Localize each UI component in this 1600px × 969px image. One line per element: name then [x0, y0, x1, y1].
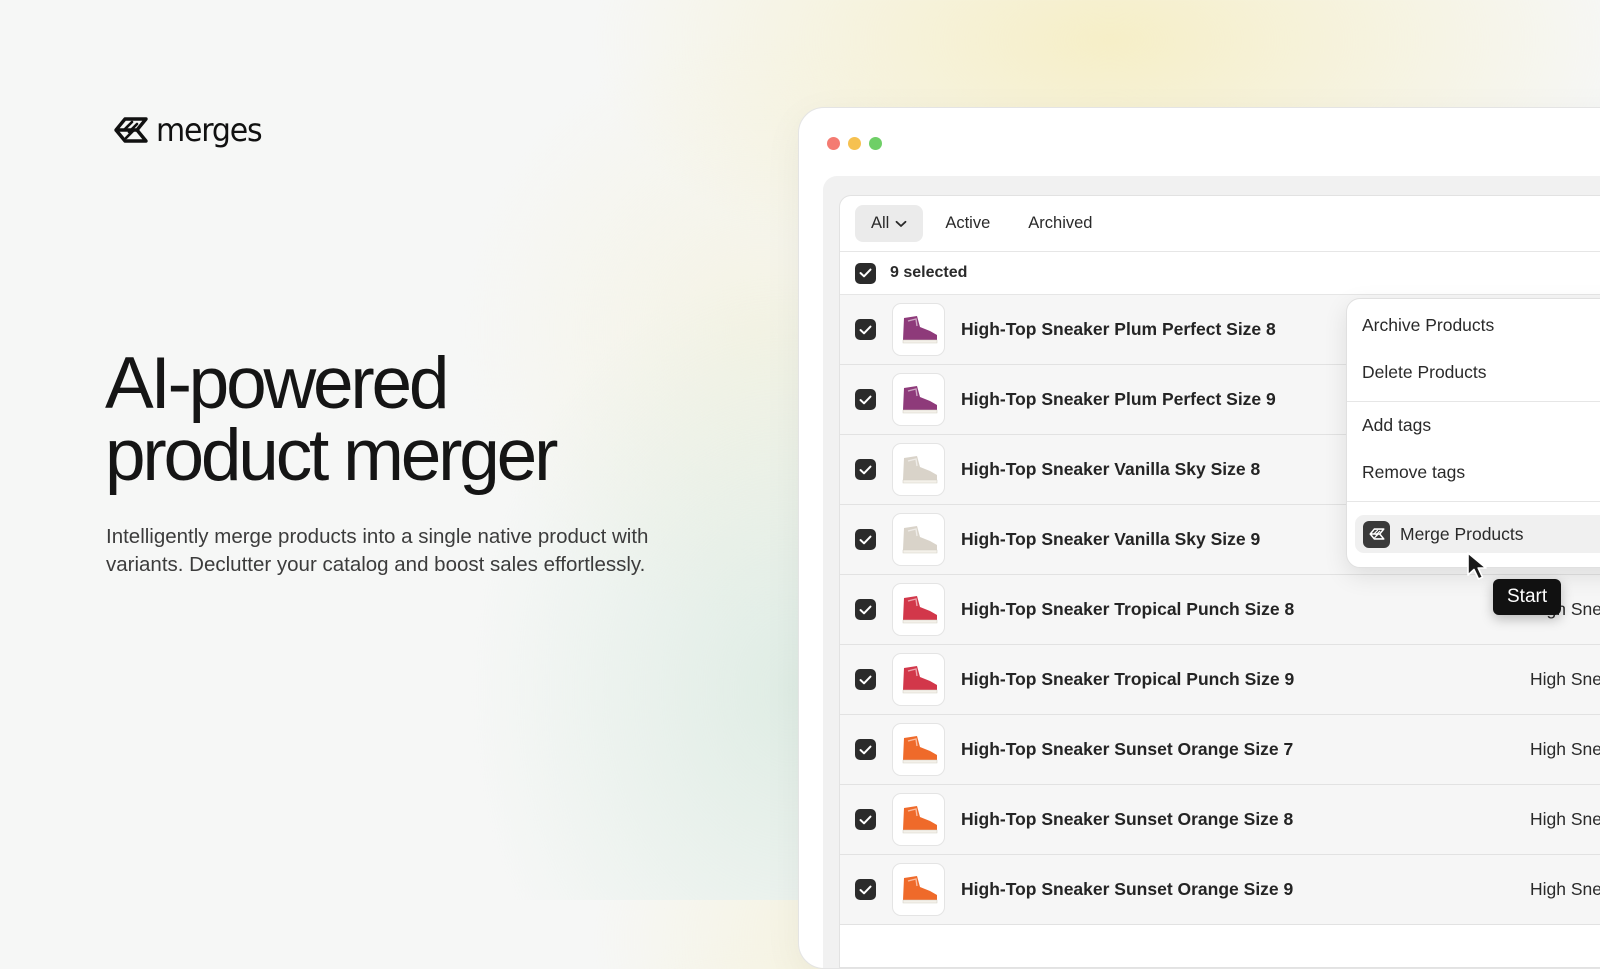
maximize-window-button[interactable]: [869, 137, 882, 150]
merge-products-item[interactable]: Merge Products: [1355, 515, 1600, 553]
tab-archived[interactable]: Archived: [1012, 205, 1108, 242]
product-thumbnail: [892, 443, 945, 496]
bulk-actions-menu: Archive Products Delete Products Add tag…: [1346, 298, 1600, 568]
product-thumbnail: [892, 373, 945, 426]
check-icon: [859, 885, 872, 894]
row-checkbox[interactable]: [855, 529, 876, 550]
product-thumbnail: [892, 723, 945, 776]
check-icon: [859, 325, 872, 334]
merges-logo-icon: [114, 117, 148, 143]
product-vendor: High Snea: [1530, 739, 1600, 759]
product-thumbnail: [892, 863, 945, 916]
chevron-down-icon: [895, 220, 907, 227]
add-tags-item[interactable]: Add tags: [1362, 415, 1431, 436]
sneaker-thumbnail-icon: [902, 525, 937, 553]
minimize-window-button[interactable]: [848, 137, 861, 150]
product-row[interactable]: High-Top Sneaker Sunset Orange Size 7 Hig…: [840, 715, 1600, 785]
row-checkbox[interactable]: [855, 809, 876, 830]
page-headline: AI-powered product merger: [105, 343, 558, 496]
row-checkbox[interactable]: [855, 879, 876, 900]
product-title[interactable]: High-Top Sneaker Vanilla Sky Size 8: [961, 459, 1260, 480]
sneaker-thumbnail-icon: [902, 385, 937, 413]
product-title[interactable]: High-Top Sneaker Sunset Orange Size 7: [961, 739, 1293, 760]
product-title[interactable]: High-Top Sneaker Plum Perfect Size 9: [961, 389, 1276, 410]
product-row[interactable]: High-Top Sneaker Sunset Orange Size 8 Hig…: [840, 785, 1600, 855]
merge-products-label: Merge Products: [1400, 523, 1524, 544]
headline-line-2: product merger: [105, 415, 558, 496]
description-line-1: Intelligently merge products into a sing…: [106, 525, 649, 548]
row-checkbox[interactable]: [855, 669, 876, 690]
sneaker-thumbnail-icon: [902, 875, 937, 903]
product-vendor: High Snea: [1530, 669, 1600, 689]
product-title[interactable]: High-Top Sneaker Tropical Punch Size 9: [961, 669, 1294, 690]
menu-divider: [1347, 401, 1600, 402]
filter-tabs: All Active Archived: [840, 196, 1600, 252]
tab-all-label: All: [871, 214, 890, 232]
row-checkbox[interactable]: [855, 599, 876, 620]
check-icon: [859, 675, 872, 684]
product-thumbnail: [892, 793, 945, 846]
product-title[interactable]: High-Top Sneaker Sunset Orange Size 8: [961, 809, 1293, 830]
start-tooltip: Start: [1493, 579, 1562, 615]
merges-logo-icon: [1368, 528, 1385, 540]
product-title[interactable]: High-Top Sneaker Vanilla Sky Size 9: [961, 529, 1260, 550]
row-checkbox[interactable]: [855, 739, 876, 760]
product-thumbnail: [892, 513, 945, 566]
delete-products-item[interactable]: Delete Products: [1362, 362, 1487, 383]
tab-active[interactable]: Active: [929, 205, 1006, 242]
product-title[interactable]: High-Top Sneaker Sunset Orange Size 9: [961, 879, 1293, 900]
product-vendor: High Snea: [1530, 879, 1600, 899]
product-row[interactable]: High-Top Sneaker Sunset Orange Size 9 Hig…: [840, 855, 1600, 925]
selected-count: 9 selected: [890, 264, 968, 281]
description-line-2: variants. Declutter your catalog and boo…: [106, 553, 646, 576]
headline-line-1: AI-powered: [105, 343, 450, 424]
archive-products-item[interactable]: Archive Products: [1362, 315, 1494, 336]
sneaker-thumbnail-icon: [902, 595, 937, 623]
row-checkbox[interactable]: [855, 459, 876, 480]
close-window-button[interactable]: [827, 137, 840, 150]
sneaker-thumbnail-icon: [902, 665, 937, 693]
check-icon: [859, 745, 872, 754]
cursor-icon: [1467, 552, 1487, 580]
hero-description: Intelligently merge products into a sing…: [106, 523, 696, 579]
row-checkbox[interactable]: [855, 319, 876, 340]
menu-divider: [1347, 501, 1600, 502]
sneaker-thumbnail-icon: [902, 805, 937, 833]
merge-app-badge: [1363, 520, 1390, 548]
sneaker-thumbnail-icon: [902, 315, 937, 343]
check-icon: [859, 268, 872, 278]
product-row[interactable]: High-Top Sneaker Tropical Punch Size 9 Hi…: [840, 645, 1600, 715]
product-thumbnail: [892, 583, 945, 636]
select-all-checkbox[interactable]: [855, 262, 876, 284]
check-icon: [859, 815, 872, 824]
product-thumbnail: [892, 303, 945, 356]
product-vendor: High Snea: [1530, 809, 1600, 829]
product-title[interactable]: High-Top Sneaker Plum Perfect Size 8: [961, 319, 1276, 340]
brand-logo: merges: [112, 110, 263, 150]
selection-bar: 9 selected: [840, 252, 1600, 295]
sneaker-thumbnail-icon: [902, 735, 937, 763]
brand-name: merges: [156, 111, 263, 149]
window-controls: [827, 137, 882, 150]
check-icon: [859, 395, 872, 404]
remove-tags-item[interactable]: Remove tags: [1362, 462, 1465, 483]
tab-all[interactable]: All: [855, 205, 924, 242]
sneaker-thumbnail-icon: [902, 455, 937, 483]
check-icon: [859, 465, 872, 474]
product-thumbnail: [892, 653, 945, 706]
row-checkbox[interactable]: [855, 389, 876, 410]
check-icon: [859, 605, 872, 614]
product-title[interactable]: High-Top Sneaker Tropical Punch Size 8: [961, 599, 1294, 620]
check-icon: [859, 535, 872, 544]
product-row[interactable]: High-Top Sneaker Tropical Punch Size 8Hi…: [840, 575, 1600, 645]
